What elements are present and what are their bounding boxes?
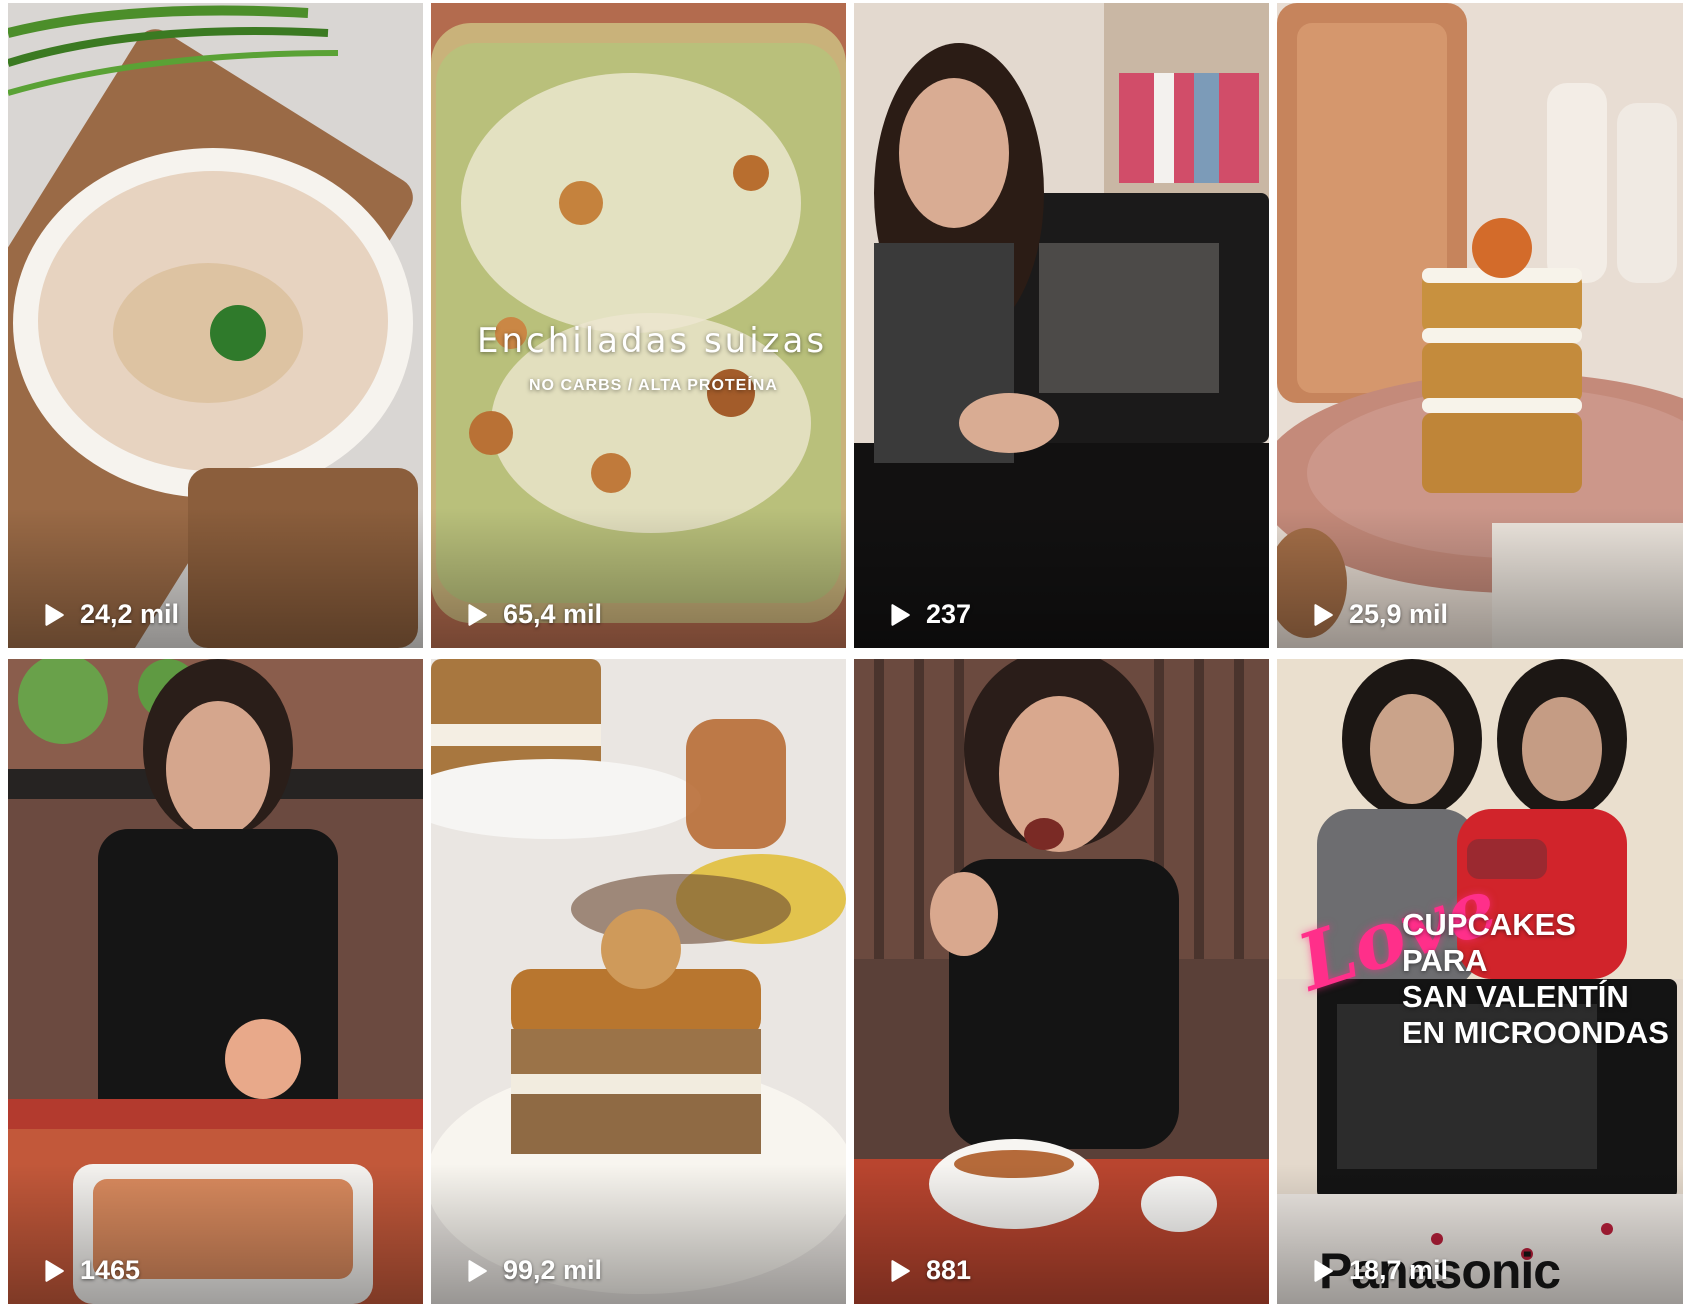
video-title-overlay: Enchiladas suizas [477,321,828,361]
play-icon [1314,1259,1333,1282]
reel-tile[interactable]: 237 [854,3,1269,648]
view-count: 99,2 mil [503,1255,603,1285]
reel-tile[interactable]: 881 [854,659,1269,1304]
promo-line: CUPCAKES [1402,907,1576,942]
view-count: 1465 [80,1255,141,1285]
view-count: 237 [926,599,972,629]
play-icon [891,603,910,626]
reel-tile[interactable]: 24,2 mil [8,3,423,648]
play-count: 25,9 mil [1309,599,1448,630]
promo-line: PARA [1402,943,1488,978]
play-count: 99,2 mil [463,1255,602,1286]
play-count: 881 [886,1255,971,1286]
play-count: 18,7 mil [1309,1255,1448,1286]
play-icon [45,603,64,626]
reel-tile[interactable]: 99,2 mil [431,659,846,1304]
play-icon [468,1259,487,1282]
promo-line: SAN VALENTÍN [1402,979,1629,1014]
video-subtitle-overlay: NO CARBS / ALTA PROTEÍNA [529,377,778,394]
play-count: 1465 [40,1255,140,1286]
view-count: 65,4 mil [503,599,603,629]
play-icon [468,603,487,626]
play-icon [1314,603,1333,626]
reel-tile[interactable]: Love CUPCAKES PARA SAN VALENTÍN EN MICRO… [1277,659,1683,1304]
view-count: 18,7 mil [1349,1255,1449,1285]
play-icon [891,1259,910,1282]
view-count: 24,2 mil [80,599,180,629]
reels-grid: 24,2 mil Enchiladas suizas NO CARBS / AL… [8,3,1683,1304]
reel-tile[interactable]: 1465 [8,659,423,1304]
reel-tile[interactable]: 25,9 mil [1277,3,1683,648]
view-count: 25,9 mil [1349,599,1449,629]
view-count: 881 [926,1255,972,1285]
play-count: 237 [886,599,971,630]
promo-text-block: CUPCAKES PARA SAN VALENTÍN EN MICROONDAS [1402,907,1669,1051]
reel-tile[interactable]: Enchiladas suizas NO CARBS / ALTA PROTEÍ… [431,3,846,648]
play-count: 24,2 mil [40,599,179,630]
promo-line: EN MICROONDAS [1402,1015,1669,1050]
play-icon [45,1259,64,1282]
play-count: 65,4 mil [463,599,602,630]
